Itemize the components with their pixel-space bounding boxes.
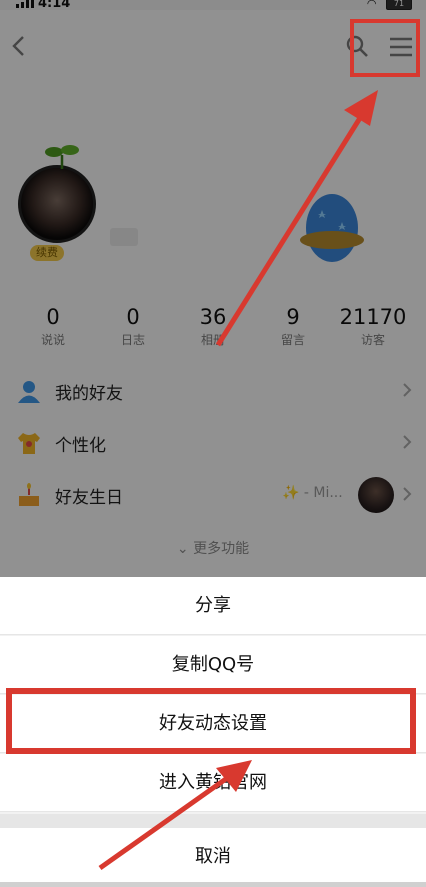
arrow-to-feed-settings-icon [98,760,252,871]
arrow-to-menu-icon [215,90,378,347]
annotation-arrows [98,90,378,871]
watermark-logo: Bai 经验 [312,844,374,862]
qzone-profile-screen: 4:14 ◠ 71 续费 0 说说 0 日志 36 相册 9 留言 21170 … [0,0,426,887]
